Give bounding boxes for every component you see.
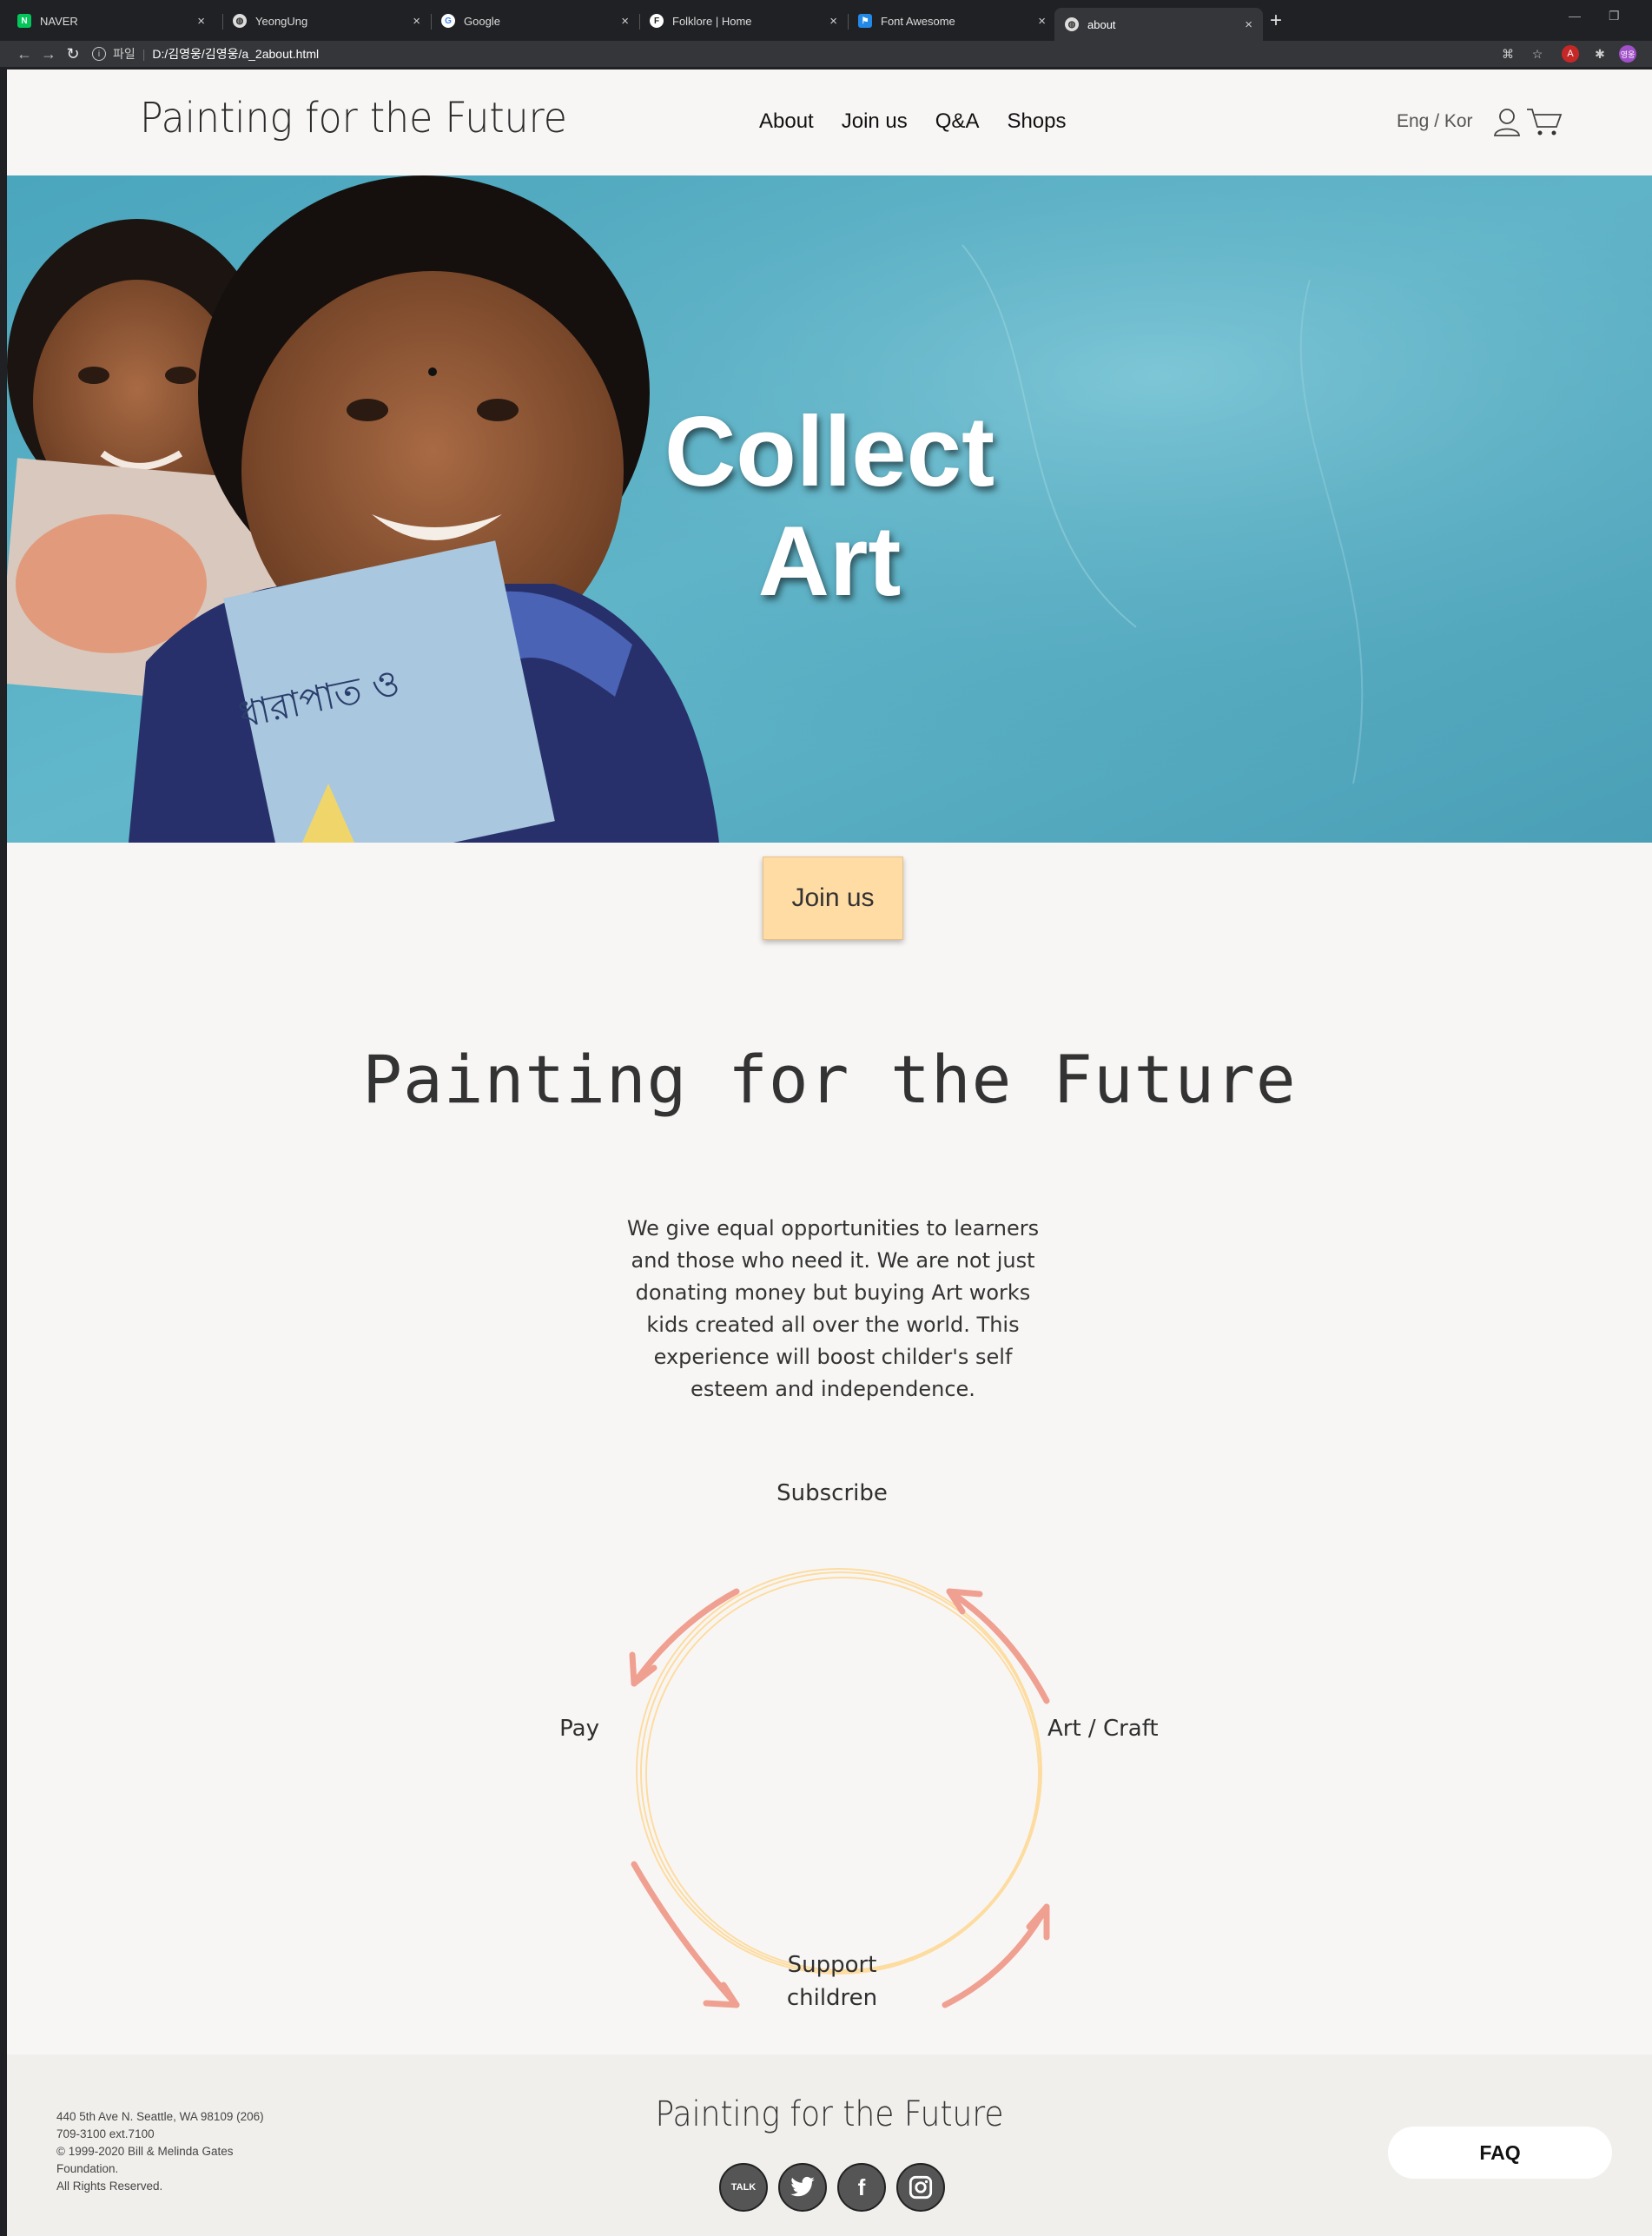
new-tab-button[interactable]: +: [1270, 9, 1282, 33]
address-bar: ← → ↻ i 파일 | D:/김영웅/김영웅/a_2about.html: [0, 41, 1652, 67]
font-awesome-icon: ⚑: [858, 14, 872, 28]
forward-arrow-icon[interactable]: →: [36, 45, 61, 63]
minimize-icon[interactable]: —: [1569, 9, 1581, 23]
mission-text: We give equal opportunities to learners …: [626, 1216, 1040, 1401]
tab-font-awesome[interactable]: ⚑ Font Awesome ×: [848, 8, 1056, 34]
tab-google[interactable]: G Google ×: [431, 8, 639, 34]
address-line: Foundation.: [56, 2162, 119, 2175]
site-footer: 440 5th Ave N. Seattle, WA 98109 (206) 7…: [7, 2054, 1652, 2236]
join-us-button[interactable]: Join us: [763, 857, 903, 940]
address-line: © 1999-2020 Bill & Melinda Gates: [56, 2145, 234, 2158]
site-logo[interactable]: Painting for the Future: [140, 94, 567, 142]
main-nav: About Join us Q&A Shops: [759, 109, 1067, 134]
instagram-icon[interactable]: [896, 2163, 945, 2212]
close-icon[interactable]: ×: [1245, 17, 1252, 32]
tab-label: Font Awesome: [881, 14, 955, 28]
hero-title-line2: Art: [757, 506, 902, 617]
nav-qa[interactable]: Q&A: [935, 109, 980, 134]
hero-title-line1: Collect: [664, 397, 995, 507]
tab-label: about: [1087, 17, 1116, 31]
tab-about[interactable]: ◍ about ×: [1054, 8, 1263, 41]
faq-button[interactable]: FAQ: [1388, 2127, 1612, 2179]
globe-icon: ◍: [233, 14, 247, 28]
kakaotalk-label: TALK: [730, 2182, 757, 2193]
language-toggle[interactable]: Eng / Kor: [1397, 111, 1473, 132]
user-icon[interactable]: [1492, 106, 1523, 137]
address-line: All Rights Reserved.: [56, 2180, 163, 2193]
profile-avatar[interactable]: 영웅: [1619, 45, 1636, 63]
browser-tab-bar: N NAVER × ◍ YeongUng × G Google × F Folk…: [0, 0, 1652, 41]
cycle-subscribe: Subscribe: [776, 1480, 888, 1506]
twitter-icon[interactable]: [778, 2163, 827, 2212]
cycle-art-craft: Art / Craft: [1047, 1716, 1159, 1742]
site-header: Painting for the Future About Join us Q&…: [7, 69, 1652, 175]
globe-icon: ◍: [1065, 17, 1079, 31]
hero-banner: ধারাপাত ও Collect Art: [7, 175, 1652, 843]
cycle-pay: Pay: [559, 1716, 599, 1742]
tab-label: Folklore | Home: [672, 14, 752, 28]
cycle-support-children: Support children: [754, 1948, 910, 2014]
facebook-icon[interactable]: f: [837, 2163, 886, 2212]
tab-folklore[interactable]: F Folklore | Home ×: [639, 8, 848, 34]
close-icon[interactable]: ×: [829, 14, 837, 29]
footer-logo[interactable]: Painting for the Future: [89, 2094, 1570, 2134]
tab-label: NAVER: [40, 14, 78, 28]
url-scheme: 파일: [113, 47, 135, 61]
tab-label: Google: [464, 14, 500, 28]
naver-icon: N: [17, 14, 31, 28]
url-field[interactable]: i 파일 | D:/김영웅/김영웅/a_2about.html: [92, 45, 319, 63]
translate-icon[interactable]: ⌘: [1499, 45, 1517, 63]
url-text: D:/김영웅/김영웅/a_2about.html: [152, 47, 320, 61]
puzzle-icon[interactable]: ✱: [1591, 45, 1609, 63]
social-links: TALK f: [719, 2163, 945, 2212]
nav-about[interactable]: About: [759, 109, 814, 134]
extension-icon[interactable]: A: [1562, 45, 1579, 63]
restore-icon[interactable]: ❐: [1609, 9, 1620, 23]
cycle-support-line1: Support: [787, 1952, 877, 1978]
tab-naver[interactable]: N NAVER ×: [7, 8, 215, 34]
cart-icon[interactable]: [1525, 106, 1563, 137]
page: Painting for the Future About Join us Q&…: [7, 69, 1652, 2236]
star-icon[interactable]: ☆: [1529, 45, 1546, 63]
close-icon[interactable]: ×: [413, 14, 420, 29]
close-icon[interactable]: ×: [1038, 14, 1046, 29]
hero-title: Collect Art: [7, 398, 1652, 617]
close-icon[interactable]: ×: [197, 14, 205, 29]
nav-shops[interactable]: Shops: [1007, 109, 1066, 134]
kakaotalk-icon[interactable]: TALK: [719, 2163, 768, 2212]
section-title: Painting for the Future: [362, 1041, 1297, 1118]
facebook-label: f: [857, 2173, 866, 2200]
back-arrow-icon[interactable]: ←: [12, 45, 36, 63]
cycle-support-line2: children: [786, 1985, 878, 2011]
close-icon[interactable]: ×: [621, 14, 629, 29]
google-icon: G: [441, 14, 455, 28]
tab-label: YeongUng: [255, 14, 308, 28]
tab-yeongung[interactable]: ◍ YeongUng ×: [222, 8, 431, 34]
folklore-icon: F: [650, 14, 664, 28]
reload-icon[interactable]: ↻: [61, 45, 85, 63]
info-icon[interactable]: i: [92, 47, 106, 61]
nav-join-us[interactable]: Join us: [842, 109, 908, 134]
